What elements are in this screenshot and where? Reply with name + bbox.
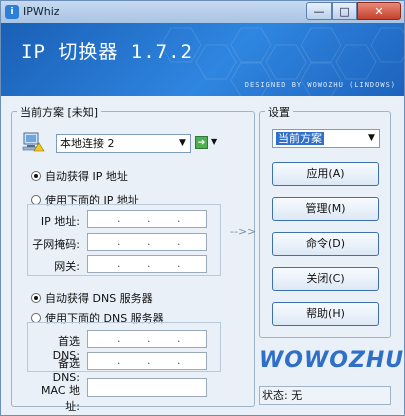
- banner-title: IP 切换器 1.7.2: [21, 41, 193, 63]
- minimize-button[interactable]: —: [306, 2, 332, 20]
- ip-auto-radio[interactable]: 自动获得 IP 地址: [31, 168, 128, 184]
- radio-selected-icon[interactable]: [31, 293, 41, 303]
- header-banner: IP 切换器 1.7.2 DESIGNED BY WOWOZHU (LINDOW…: [1, 23, 404, 96]
- scheme-select[interactable]: 当前方案 ▼: [272, 129, 380, 148]
- manage-button[interactable]: 管理(M): [272, 197, 379, 221]
- current-scheme-legend: 当前方案 [未知]: [17, 104, 102, 120]
- apply-button[interactable]: 应用(A): [272, 162, 379, 186]
- settings-legend: 设置: [265, 104, 293, 120]
- command-button[interactable]: 命令(D): [272, 232, 379, 256]
- radio-selected-icon[interactable]: [31, 171, 41, 181]
- app-window: i IPWhiz — □ ✕ IP 切换器 1.7.2 DESIGNED BY …: [0, 0, 405, 416]
- scheme-select-value: 当前方案: [276, 132, 324, 145]
- gateway-input[interactable]: ...: [87, 255, 207, 273]
- help-button[interactable]: 帮助(H): [272, 302, 379, 326]
- network-connection-icon: [22, 132, 45, 152]
- refresh-connection-icon[interactable]: ➔: [195, 136, 208, 149]
- alternate-dns-input[interactable]: ...: [87, 352, 207, 370]
- subnet-mask-label: 子网掩码:: [32, 238, 80, 251]
- ip-address-input[interactable]: ...: [87, 210, 207, 228]
- gateway-label: 网关:: [54, 260, 80, 273]
- caret-down-icon[interactable]: ▼: [211, 137, 217, 146]
- close-button[interactable]: 关闭(C): [272, 267, 379, 291]
- title-bar[interactable]: i IPWhiz — □ ✕: [1, 1, 404, 23]
- arrow-hint: -->>: [230, 225, 257, 238]
- chevron-down-icon: ▼: [179, 138, 186, 148]
- ip-auto-label: 自动获得 IP 地址: [45, 170, 128, 183]
- subnet-mask-input[interactable]: ...: [87, 233, 207, 251]
- status-bar: 状态: 无: [259, 386, 391, 405]
- chevron-down-icon: ▼: [368, 133, 375, 143]
- mac-address-label: MAC 地址:: [41, 384, 80, 413]
- mac-address-input[interactable]: [87, 378, 207, 397]
- connection-select-value: 本地连接 2: [60, 137, 115, 150]
- dns-auto-label: 自动获得 DNS 服务器: [45, 292, 153, 305]
- ip-address-label: IP 地址:: [40, 215, 80, 228]
- preferred-dns-input[interactable]: ...: [87, 330, 207, 348]
- banner-credit: DESIGNED BY WOWOZHU (LINDOWS): [244, 81, 396, 89]
- alternate-dns-label: 备选 DNS:: [52, 357, 80, 384]
- app-icon: i: [5, 5, 19, 19]
- window-title: IPWhiz: [23, 5, 60, 18]
- wowozhu-logo: WOWOZHU: [259, 348, 405, 373]
- connection-select[interactable]: 本地连接 2 ▼: [56, 134, 191, 153]
- close-window-button[interactable]: ✕: [357, 2, 401, 20]
- dns-auto-radio[interactable]: 自动获得 DNS 服务器: [31, 290, 153, 306]
- maximize-button[interactable]: □: [332, 2, 357, 20]
